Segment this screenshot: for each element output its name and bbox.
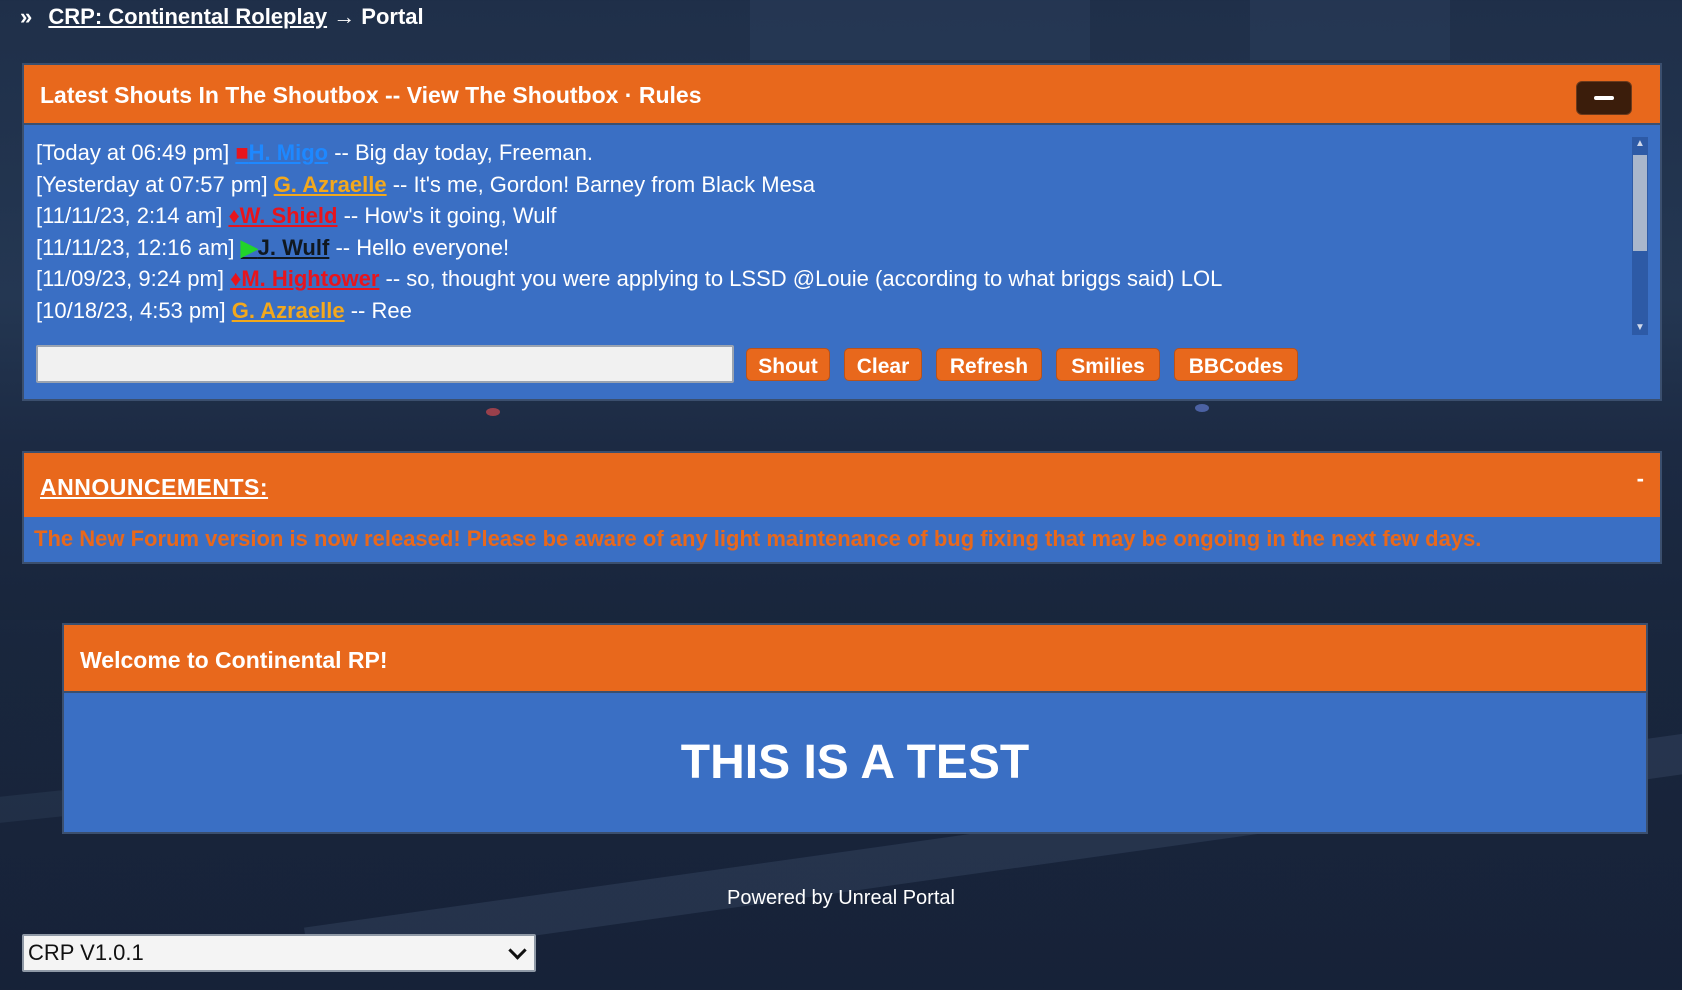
smilies-button[interactable]: Smilies (1056, 348, 1160, 381)
shout-message: -- How's it going, Wulf (337, 203, 557, 228)
breadcrumb-forum-link[interactable]: CRP: Continental Roleplay (48, 4, 327, 29)
scroll-thumb[interactable] (1633, 155, 1647, 251)
shout-time: [11/11/23, 12:16 am] (36, 234, 235, 260)
shout-scrollbar[interactable]: ▲ ▼ (1632, 137, 1648, 335)
welcome-panel: Welcome to Continental RP! THIS IS A TES… (62, 623, 1648, 834)
shout-message: -- Big day today, Freeman. (328, 140, 594, 165)
chevron-down-icon[interactable] (508, 941, 527, 960)
shout-username: M. Hightower (241, 266, 380, 291)
breadcrumb: » CRP: Continental Roleplay → Portal (20, 4, 424, 30)
breadcrumb-current: → Portal (333, 4, 424, 29)
powered-by-text: Powered by Unreal Portal (727, 887, 955, 909)
breadcrumb-separator: » (20, 4, 33, 29)
background-light (1195, 404, 1209, 412)
shout-time: [10/18/23, 4:53 pm] (36, 297, 226, 323)
shoutbox-body: [Today at 06:49 pm] ■H. Migo -- Big day … (24, 125, 1660, 399)
shout-input[interactable] (36, 345, 734, 383)
background-building (1250, 0, 1450, 60)
shout-line: [Today at 06:49 pm] ■H. Migo -- Big day … (36, 137, 1632, 169)
shout-line: [10/18/23, 4:53 pm] G. Azraelle -- Ree (36, 295, 1632, 327)
shoutbox-header: Latest Shouts In The Shoutbox -- View Th… (24, 65, 1660, 125)
rank-icon: ▶ (240, 234, 258, 260)
announcements-collapse[interactable]: - (1637, 445, 1644, 513)
announcements-panel: ANNOUNCEMENTS: - The New Forum version i… (22, 451, 1662, 564)
bbcodes-button[interactable]: BBCodes (1174, 348, 1298, 381)
shout-username: G. Azraelle (273, 171, 387, 197)
scroll-up-icon[interactable]: ▲ (1632, 137, 1648, 151)
rank-icon: ♦ (230, 266, 242, 291)
rank-icon: ♦ (228, 203, 240, 228)
announcements-text: The New Forum version is now released! P… (24, 517, 1660, 562)
shout-line: [11/11/23, 2:14 am] ♦W. Shield -- How's … (36, 200, 1632, 232)
shout-username-link[interactable]: ▶J. Wulf (241, 235, 330, 260)
clear-button[interactable]: Clear (844, 348, 922, 381)
shout-line: [11/09/23, 9:24 pm] ♦M. Hightower -- so,… (36, 263, 1632, 295)
shout-username-link[interactable]: ♦W. Shield (228, 203, 337, 228)
shout-button[interactable]: Shout (746, 348, 830, 381)
shout-time: [11/11/23, 2:14 am] (36, 203, 223, 228)
shout-time: [Yesterday at 07:57 pm] (36, 171, 268, 197)
background-light (486, 408, 500, 416)
shout-username: W. Shield (239, 203, 338, 228)
shout-username-link[interactable]: ♦M. Hightower (230, 266, 379, 291)
shout-username: H. Migo (248, 140, 329, 165)
shout-line: [Yesterday at 07:57 pm] G. Azraelle -- I… (36, 169, 1632, 201)
shout-time: [11/09/23, 9:24 pm] (36, 266, 224, 291)
shoutbox-panel: Latest Shouts In The Shoutbox -- View Th… (22, 63, 1662, 401)
shout-username-link[interactable]: G. Azraelle (232, 298, 345, 323)
refresh-button[interactable]: Refresh (936, 348, 1042, 381)
version-select-value: CRP V1.0.1 (28, 940, 144, 965)
shout-line: [11/11/23, 12:16 am] ▶J. Wulf -- Hello e… (36, 232, 1632, 264)
announcements-header: ANNOUNCEMENTS: - (24, 453, 1660, 517)
shout-username-link[interactable]: ■H. Migo (235, 140, 328, 165)
welcome-title: Welcome to Continental RP! (64, 625, 1646, 693)
shout-message: -- Ree (344, 297, 412, 323)
background-building (750, 0, 1090, 60)
welcome-body: THIS IS A TEST (64, 693, 1646, 832)
shout-username: J. Wulf (257, 234, 330, 260)
shoutbox-title[interactable]: Latest Shouts In The Shoutbox -- View Th… (40, 82, 702, 108)
collapse-button[interactable] (1576, 81, 1632, 115)
shout-username-link[interactable]: G. Azraelle (274, 172, 387, 197)
shout-time: [Today at 06:49 pm] (36, 140, 230, 165)
version-select[interactable]: CRP V1.0.1 (22, 934, 536, 972)
scroll-down-icon[interactable]: ▼ (1632, 321, 1648, 335)
announcements-title[interactable]: ANNOUNCEMENTS: (40, 474, 268, 500)
shout-list[interactable]: [Today at 06:49 pm] ■H. Migo -- Big day … (36, 137, 1632, 337)
shout-message: -- Hello everyone! (329, 234, 510, 260)
shout-message: -- It's me, Gordon! Barney from Black Me… (386, 171, 816, 197)
shout-username: G. Azraelle (231, 297, 345, 323)
rank-icon: ■ (235, 140, 249, 165)
shout-message: -- so, thought you were applying to LSSD… (379, 266, 1223, 291)
